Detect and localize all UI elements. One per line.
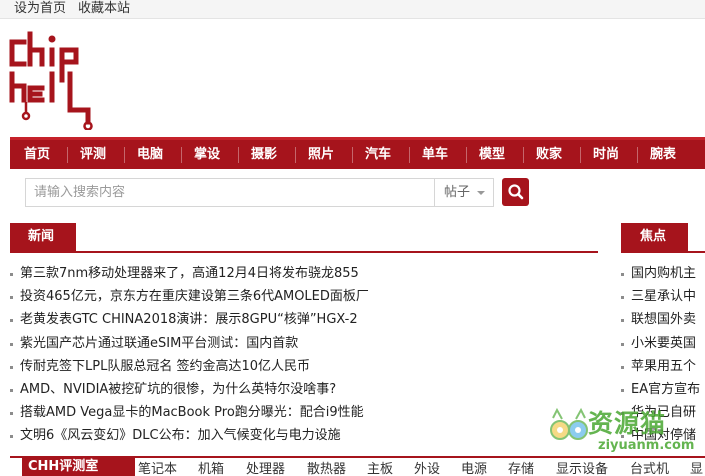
nav-item-fashion[interactable]: 时尚 (593, 140, 619, 169)
news-item[interactable]: AMD、NVIDIA被挖矿坑的很惨，为什么英特尔没啥事? (10, 379, 600, 402)
site-logo[interactable] (8, 30, 98, 131)
focus-item[interactable]: 联想国外卖 (621, 309, 705, 332)
search-type-label: 帖子 (444, 185, 471, 200)
nav-separator (409, 147, 410, 163)
news-section-title[interactable]: 新闻 (10, 223, 76, 251)
set-homepage-link[interactable]: 设为首页 (14, 0, 66, 17)
news-item[interactable]: 文明6《风云变幻》DLC公布：加入气候变化与电力设施 (10, 425, 600, 448)
focus-item[interactable]: 小米要英国 (621, 333, 705, 356)
nav-item-shopping[interactable]: 败家 (536, 140, 562, 169)
bookmark-site-link[interactable]: 收藏本站 (78, 0, 130, 17)
chh-link-cpu[interactable]: 处理器 (246, 462, 285, 476)
news-item[interactable]: 传耐克签下LPL队服总冠名 签约金高达10亿人民币 (10, 356, 600, 379)
nav-item-watches[interactable]: 腕表 (650, 140, 676, 169)
news-item[interactable]: 老黄发表GTC CHINA2018演讲：展示8GPU“核弹”HGX-2 (10, 309, 600, 332)
news-item[interactable]: 投资465亿元，京东方在重庆建设第三条6代AMOLED面板厂 (10, 286, 600, 309)
watermark-text: 资源猫 (588, 409, 667, 438)
nav-item-photography[interactable]: 摄影 (251, 140, 277, 169)
news-item[interactable]: 搭载AMD Vega显卡的MacBook Pro跑分曝光：配合i9性能 (10, 402, 600, 425)
chh-link-cooler[interactable]: 散热器 (307, 462, 346, 476)
chh-link-case[interactable]: 机箱 (198, 462, 224, 476)
search-type-select[interactable]: 帖子 (434, 178, 494, 207)
nav-separator (295, 147, 296, 163)
nav-item-review[interactable]: 评测 (80, 140, 106, 169)
nav-separator (124, 147, 125, 163)
news-list: 第三款7nm移动处理器来了，高通12月4日将发布骁龙855 投资465亿元，京东… (10, 263, 600, 449)
search-button[interactable] (502, 178, 529, 206)
search-input[interactable] (25, 178, 434, 207)
chh-link-laptop[interactable]: 笔记本 (138, 462, 177, 476)
focus-item[interactable]: EA官方宣布 (621, 379, 705, 402)
nav-separator (466, 147, 467, 163)
focus-item[interactable]: 国内购机主 (621, 263, 705, 286)
watermark-url: ziyuanm.com (598, 438, 695, 453)
nav-item-cars[interactable]: 汽车 (365, 140, 391, 169)
nav-item-models[interactable]: 模型 (479, 140, 505, 169)
chh-link-psu[interactable]: 电源 (461, 462, 487, 476)
nav-separator (67, 147, 68, 163)
news-item[interactable]: 紫光国产芯片通过联通eSIM平台测试：国内首款 (10, 333, 600, 356)
nav-item-home[interactable]: 首页 (24, 140, 50, 169)
nav-separator (637, 147, 638, 163)
nav-item-photos[interactable]: 照片 (308, 140, 334, 169)
chh-link-storage[interactable]: 存储 (508, 462, 534, 476)
news-item[interactable]: 第三款7nm移动处理器来了，高通12月4日将发布骁龙855 (10, 263, 600, 286)
nav-separator (580, 147, 581, 163)
focus-section-header: 焦点 (621, 223, 705, 253)
focus-item[interactable]: 三星承认中 (621, 286, 705, 309)
top-bar: 设为首页 收藏本站 (0, 0, 705, 19)
chevron-down-icon (477, 191, 485, 195)
chh-link-motherboard[interactable]: 主板 (367, 462, 393, 476)
nav-separator (181, 147, 182, 163)
focus-item[interactable]: 苹果用五个 (621, 356, 705, 379)
nav-separator (352, 147, 353, 163)
nav-separator (238, 147, 239, 163)
nav-item-bicycle[interactable]: 单车 (422, 140, 448, 169)
focus-section-title[interactable]: 焦点 (621, 223, 688, 251)
nav-item-computer[interactable]: 电脑 (137, 140, 163, 169)
chiphell-logo-icon (9, 31, 93, 131)
main-nav: 首页 评测 电脑 掌设 摄影 照片 汽车 单车 模型 败家 时尚 腕表 (10, 137, 705, 169)
nav-separator (523, 147, 524, 163)
chh-review-title[interactable]: CHH评测室 (22, 456, 135, 476)
news-section-header: 新闻 (10, 223, 598, 253)
chh-link-peripherals[interactable]: 外设 (414, 462, 440, 476)
nav-item-handheld[interactable]: 掌设 (194, 140, 220, 169)
search-icon (508, 184, 524, 200)
